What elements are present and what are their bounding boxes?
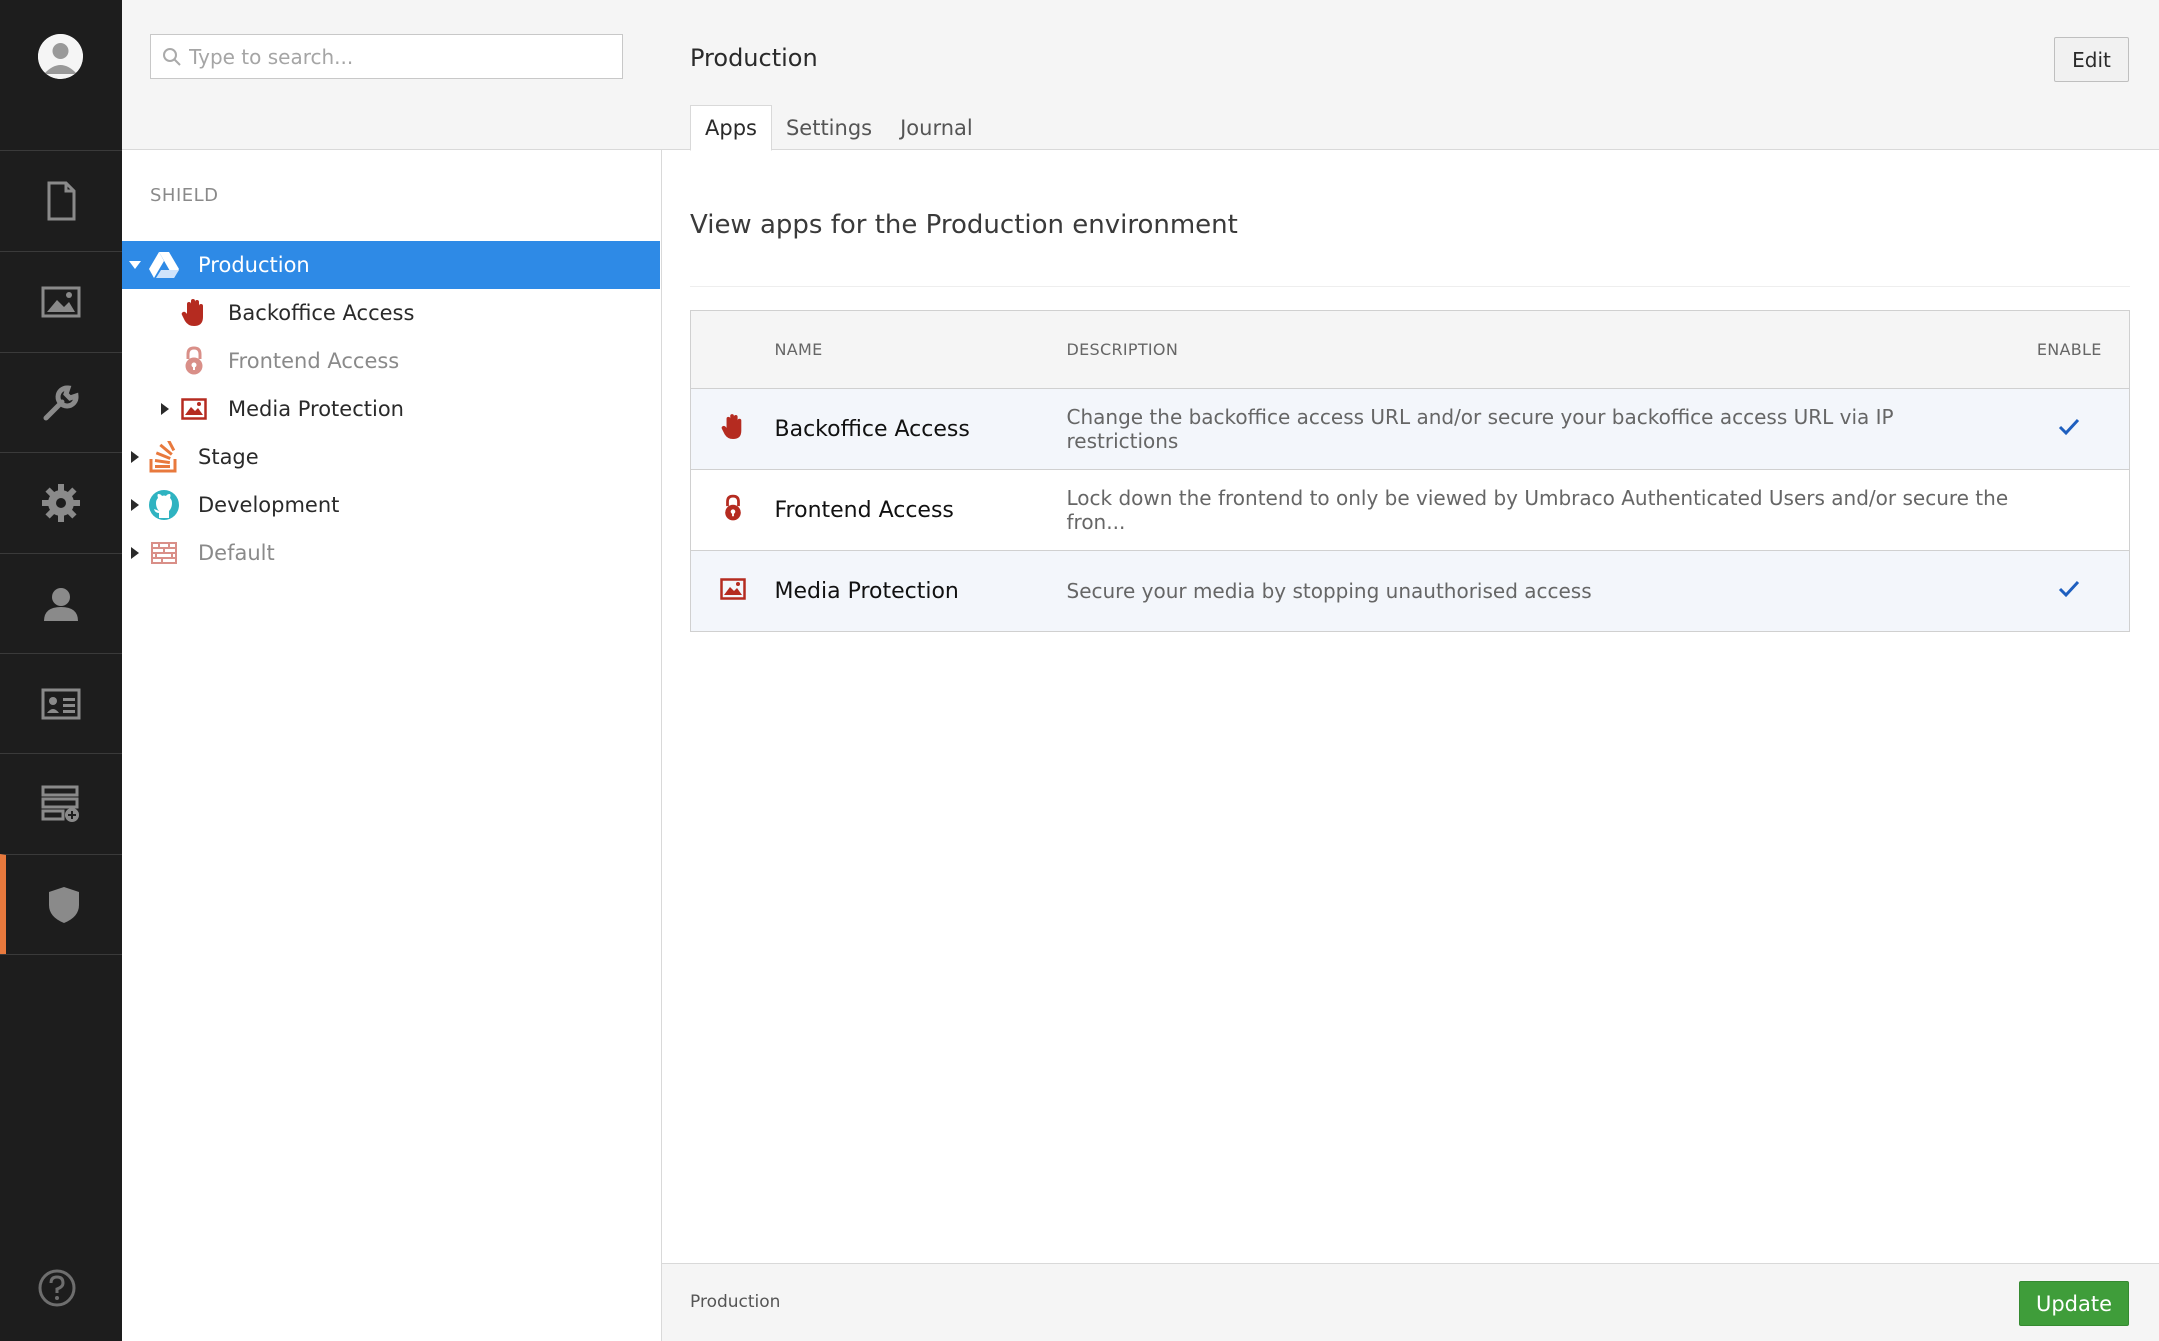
app-icon-cell (690, 469, 775, 551)
page-title: Production (690, 44, 818, 72)
search-icon (163, 47, 181, 66)
content-icon (47, 181, 76, 220)
description-column-header: DESCRIPTION (1066, 310, 2010, 389)
enable-cell[interactable] (2009, 550, 2130, 632)
help-button[interactable] (37, 1268, 77, 1308)
tree-node-label: Production (198, 253, 310, 277)
icon-column-header (690, 310, 775, 389)
nav-shield[interactable] (0, 854, 122, 954)
apps-table: NAME DESCRIPTION ENABLE Backoffice Acces… (690, 310, 2130, 632)
caret-down-icon[interactable] (128, 259, 142, 271)
name-column-header: NAME (774, 310, 1067, 389)
divider (690, 286, 2130, 287)
production-drive-icon (148, 249, 180, 281)
editor-header: Production Edit Apps Settings Journal (662, 0, 2159, 151)
enable-column-header: ENABLE (2009, 310, 2130, 389)
tree-node-media-protection[interactable]: Media Protection (122, 385, 660, 433)
search-input[interactable] (189, 44, 609, 69)
nav-users[interactable] (0, 553, 122, 653)
nav-content[interactable] (0, 150, 122, 250)
padlock-icon (724, 494, 741, 520)
tree-search-area (122, 0, 662, 150)
tree-panel: SHIELD Production Backoffice Access (122, 0, 662, 1341)
wrench-icon (43, 384, 79, 420)
caret-right-icon[interactable] (160, 402, 170, 416)
nav-members[interactable] (0, 653, 122, 753)
image-icon (720, 577, 746, 600)
nav-developer[interactable] (0, 352, 122, 452)
enable-cell[interactable] (2009, 388, 2130, 470)
caret-right-icon[interactable] (130, 546, 140, 560)
tree-node-development[interactable]: Development (122, 481, 660, 529)
brick-wall-icon (148, 537, 180, 569)
tab-apps[interactable]: Apps (690, 105, 772, 151)
checkmark-icon (2059, 418, 2080, 436)
tree-node-frontend-access[interactable]: Frontend Access (122, 337, 660, 385)
user-avatar[interactable] (38, 34, 83, 79)
tree-node-label: Stage (198, 445, 259, 469)
tab-journal[interactable]: Journal (886, 105, 987, 151)
nav-media[interactable] (0, 251, 122, 351)
nav-divider (0, 954, 122, 955)
tree-section-label: SHIELD (150, 185, 219, 206)
tab-settings[interactable]: Settings (772, 105, 886, 151)
hand-stop-icon (178, 297, 210, 329)
app-name[interactable]: Frontend Access (774, 469, 1067, 551)
editor-footer: Production Update (662, 1263, 2159, 1341)
table-row[interactable]: Backoffice Access Change the backoffice … (690, 388, 2130, 470)
caret-right-icon[interactable] (130, 498, 140, 512)
avatar-icon (38, 34, 83, 79)
search-box[interactable] (150, 34, 623, 79)
shield-icon (49, 886, 79, 923)
app-description: Lock down the frontend to only be viewed… (1066, 469, 2010, 551)
member-card-icon (41, 688, 81, 719)
update-button[interactable]: Update (2019, 1281, 2129, 1326)
app-description: Secure your media by stopping unauthoris… (1066, 550, 2010, 632)
enable-cell[interactable] (2009, 469, 2130, 551)
app-icon-cell (690, 388, 775, 470)
tree-node-label: Development (198, 493, 340, 517)
table-row[interactable]: Media Protection Secure your media by st… (690, 550, 2130, 632)
user-icon (44, 587, 78, 621)
hand-stop-icon (721, 413, 742, 439)
settings-gear-icon (42, 483, 80, 522)
tree-node-label: Frontend Access (228, 349, 400, 373)
tab-bar: Apps Settings Journal (690, 105, 987, 151)
edit-button[interactable]: Edit (2054, 37, 2129, 82)
forms-icon (41, 785, 79, 822)
apps-lead-text: View apps for the Production environment (690, 210, 1238, 240)
app-icon-cell (690, 550, 775, 632)
tree-node-backoffice-access[interactable]: Backoffice Access (122, 289, 660, 337)
app-name[interactable]: Media Protection (774, 550, 1067, 632)
tree-node-label: Backoffice Access (228, 301, 415, 325)
tree-node-stage[interactable]: Stage (122, 433, 660, 481)
table-header-row: NAME DESCRIPTION ENABLE (690, 310, 2130, 389)
tree-node-default[interactable]: Default (122, 529, 660, 577)
stackoverflow-icon (148, 441, 180, 473)
main-navigation (0, 0, 122, 1341)
caret-right-icon[interactable] (130, 450, 140, 464)
tree-node-production[interactable]: Production (122, 241, 660, 289)
app-description: Change the backoffice access URL and/or … (1066, 388, 2010, 470)
app-name[interactable]: Backoffice Access (774, 388, 1067, 470)
tree-node-label: Media Protection (228, 397, 404, 421)
table-row[interactable]: Frontend Access Lock down the frontend t… (690, 469, 2130, 551)
image-icon (178, 393, 210, 425)
main-panel: Production Edit Apps Settings Journal Vi… (662, 0, 2159, 1341)
help-icon (38, 1269, 76, 1307)
nav-settings[interactable] (0, 452, 122, 552)
tree-node-label: Default (198, 541, 275, 565)
nav-forms[interactable] (0, 753, 122, 853)
breadcrumb[interactable]: Production (690, 1292, 780, 1312)
media-icon (41, 286, 81, 317)
github-icon (148, 489, 180, 521)
checkmark-icon (2059, 580, 2080, 598)
padlock-icon (178, 345, 210, 377)
